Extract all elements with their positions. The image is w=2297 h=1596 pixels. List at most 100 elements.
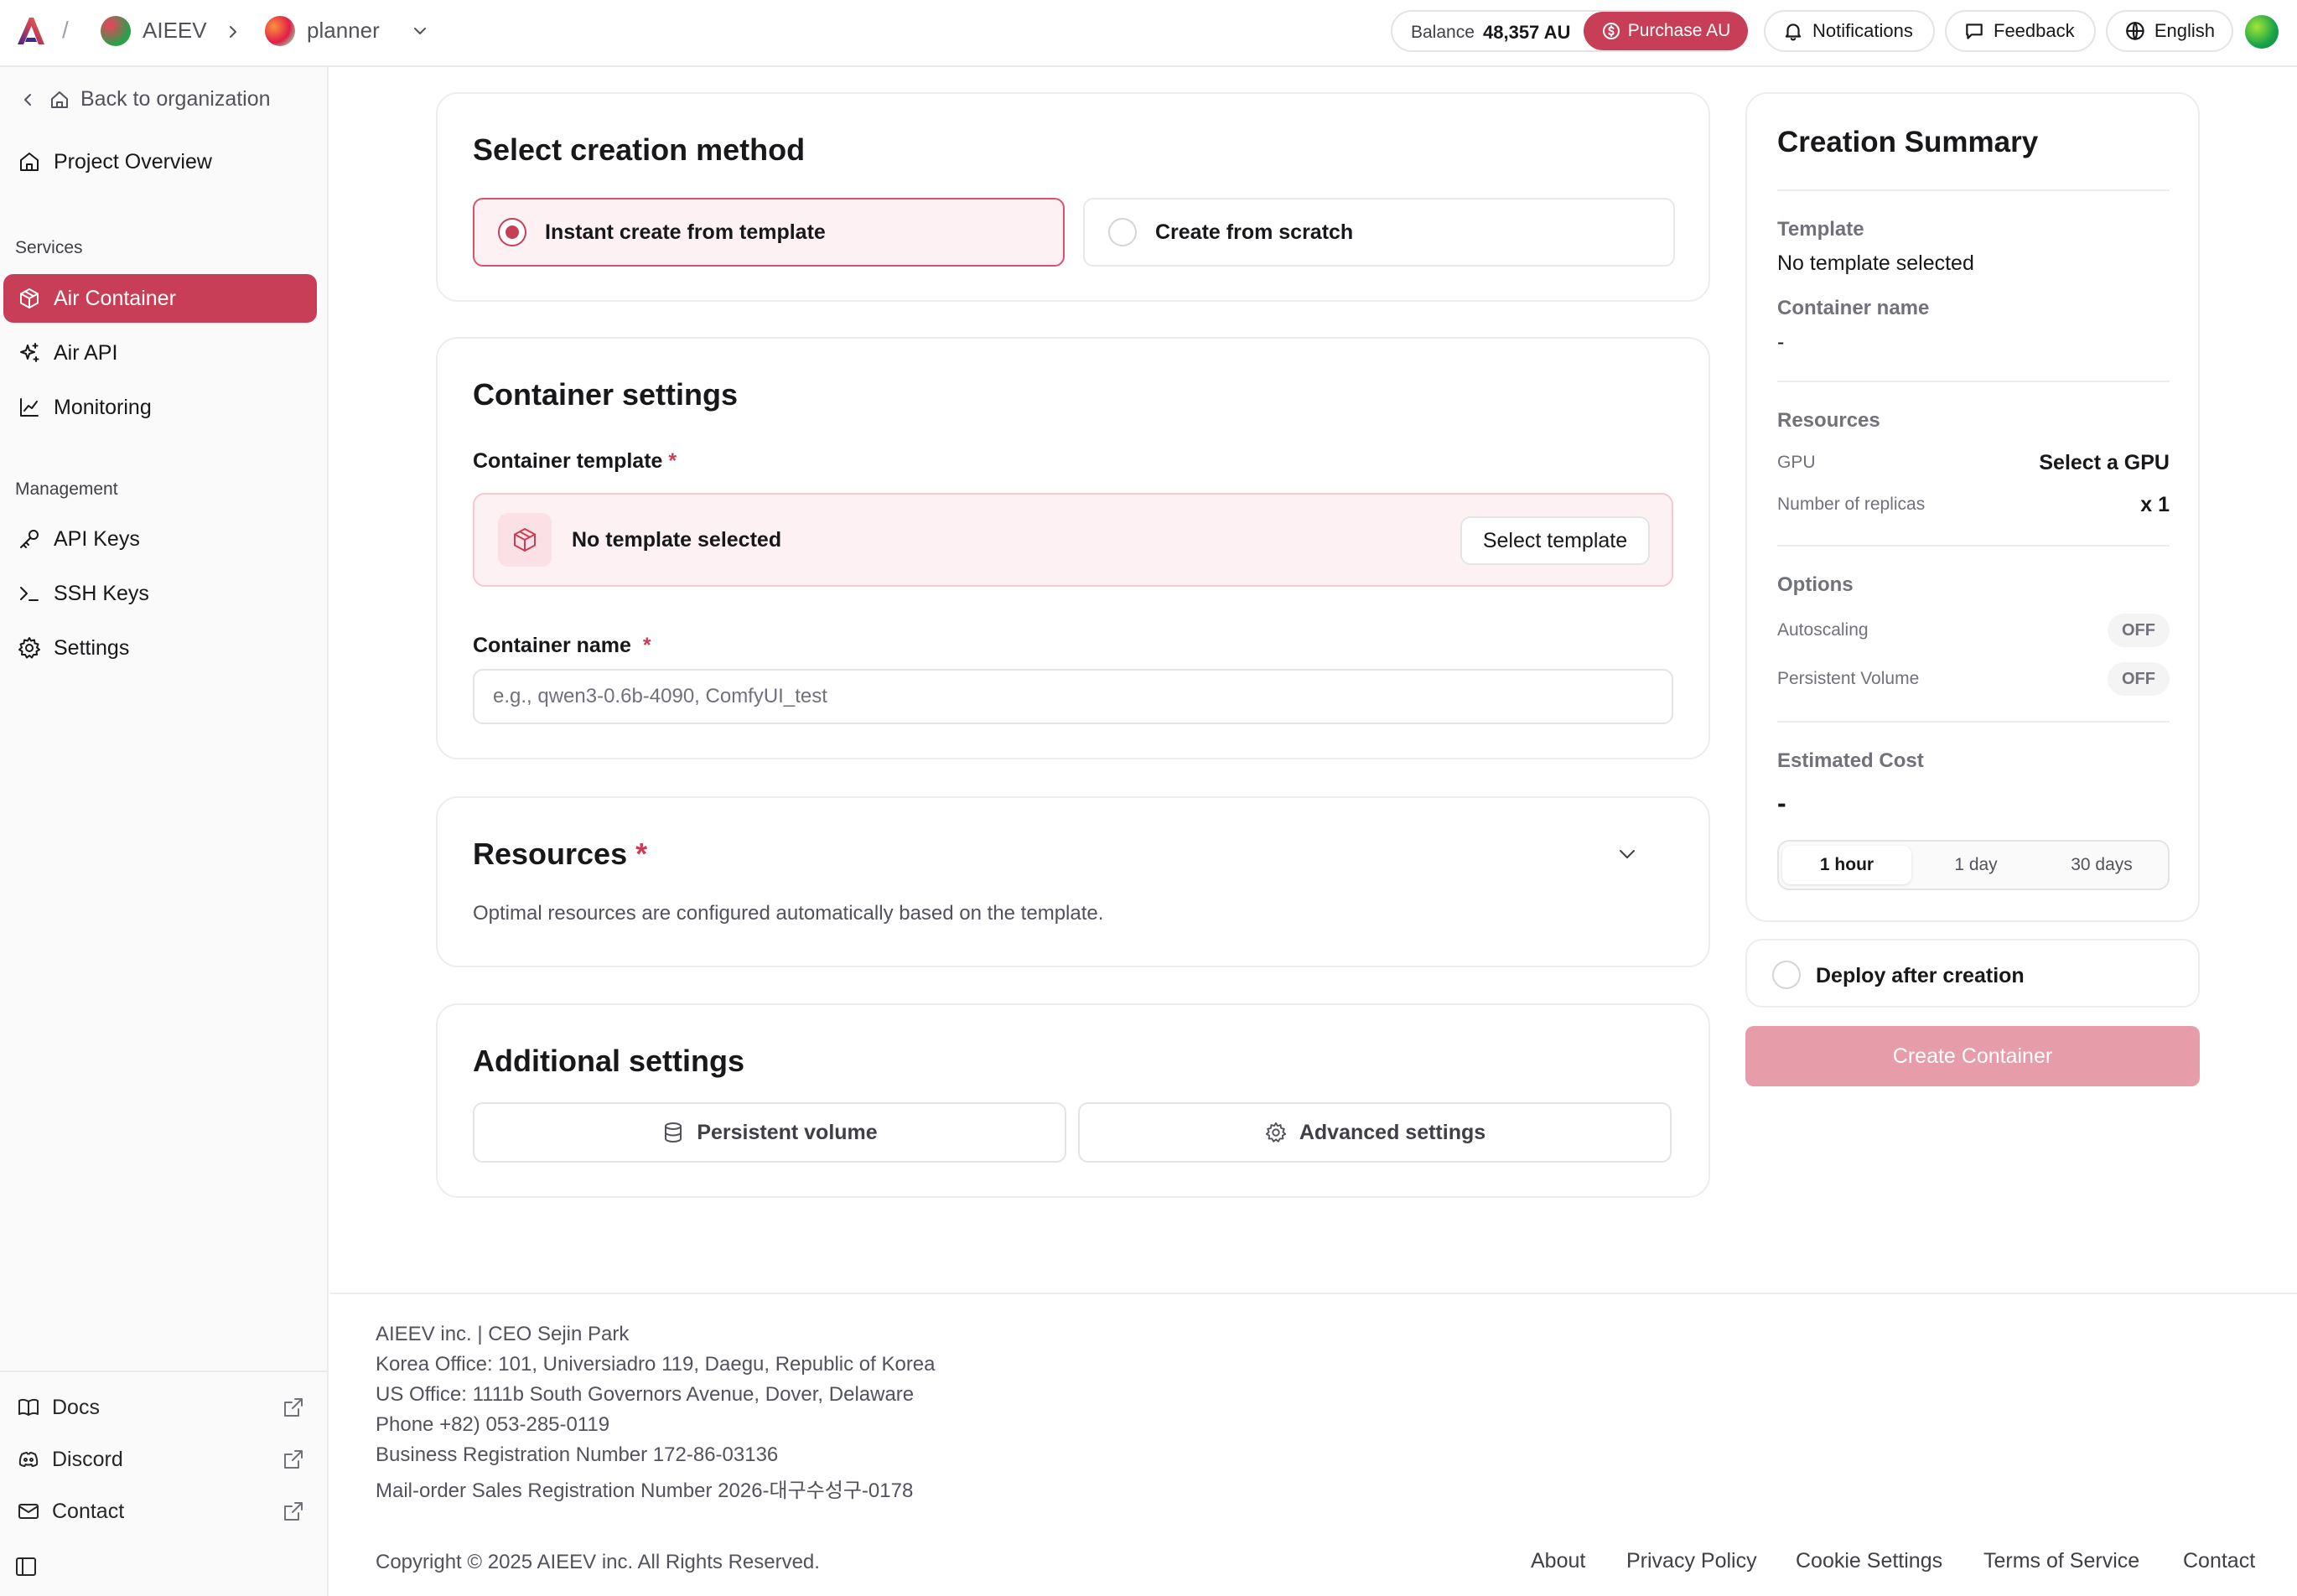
period-1-hour[interactable]: 1 hour — [1782, 846, 1911, 884]
balance-value: 48,357 AU — [1483, 22, 1571, 43]
footer-copyright: Copyright © 2025 AIEEV inc. All Rights R… — [376, 1551, 820, 1573]
deploy-after-creation-card[interactable]: Deploy after creation — [1745, 939, 2200, 1008]
balance-label: Balance — [1411, 23, 1475, 42]
summary-divider — [1777, 189, 2170, 191]
summary-replicas-value: x 1 — [2140, 493, 2170, 516]
gear-icon — [1264, 1121, 1288, 1144]
persistent-volume-button[interactable]: Persistent volume — [473, 1102, 1066, 1163]
additional-settings-title: Additional settings — [473, 1044, 744, 1078]
summary-template-value: No template selected — [1777, 251, 1974, 275]
period-1-day[interactable]: 1 day — [1911, 846, 2040, 884]
footer-phone: Phone +82) 053-285-0119 — [376, 1413, 610, 1436]
sidebar-item-project-overview[interactable]: Project Overview — [3, 137, 317, 186]
home-icon — [49, 89, 70, 111]
chevron-down-icon[interactable] — [409, 20, 431, 42]
org-name[interactable]: AIEEV — [143, 18, 207, 44]
aieev-logo[interactable] — [15, 15, 47, 47]
top-bar: / AIEEV planner Balance 48,357 AU Purcha… — [0, 0, 2297, 67]
advanced-settings-label: Advanced settings — [1299, 1120, 1486, 1144]
sidebar-item-label: Air Container — [54, 286, 176, 310]
sidebar-item-api-keys[interactable]: API Keys — [3, 515, 317, 563]
footer-link-privacy-policy[interactable]: Privacy Policy — [1626, 1549, 1757, 1573]
advanced-settings-button[interactable]: Advanced settings — [1078, 1102, 1672, 1163]
container-name-input[interactable] — [473, 669, 1673, 724]
container-settings-card: Container settings Container template * … — [436, 337, 1710, 759]
sidebar-item-air-api[interactable]: Air API — [3, 329, 317, 377]
period-30-days[interactable]: 30 days — [2037, 846, 2166, 884]
sidebar-item-air-container[interactable]: Air Container — [3, 274, 317, 323]
notifications-button[interactable]: Notifications — [1764, 10, 1935, 52]
footer-link-about[interactable]: About — [1531, 1549, 1585, 1573]
option-instant-template[interactable]: Instant create from template — [473, 198, 1065, 267]
external-link-icon — [282, 1448, 305, 1471]
home-icon — [17, 149, 42, 174]
user-avatar[interactable] — [2245, 15, 2279, 49]
estimated-cost-heading: Estimated Cost — [1777, 749, 1924, 772]
summary-resources-heading: Resources — [1777, 409, 1880, 432]
sidebar-item-discord[interactable]: Discord — [3, 1436, 317, 1483]
footer-link-terms-of-service[interactable]: Terms of Service — [1983, 1549, 2139, 1573]
template-selector: No template selected Select template — [473, 493, 1673, 587]
select-template-button[interactable]: Select template — [1460, 516, 1650, 565]
resources-description: Optimal resources are configured automat… — [473, 902, 1104, 925]
project-avatar[interactable] — [265, 16, 295, 46]
summary-container-name-heading: Container name — [1777, 297, 1930, 319]
sidebar-item-docs[interactable]: Docs — [3, 1384, 317, 1431]
sidebar-item-contact[interactable]: Contact — [3, 1488, 317, 1535]
footer-link-contact[interactable]: Contact — [2183, 1549, 2255, 1573]
sidebar-item-ssh-keys[interactable]: SSH Keys — [3, 569, 317, 618]
notifications-label: Notifications — [1812, 20, 1913, 41]
language-label: English — [2154, 20, 2215, 41]
external-link-icon — [282, 1500, 305, 1523]
autoscaling-status-badge: OFF — [2108, 614, 2170, 647]
external-link-icon — [282, 1396, 305, 1419]
sidebar-item-settings[interactable]: Settings — [3, 624, 317, 672]
footer-mail-order-registration: Mail-order Sales Registration Number 202… — [376, 1479, 914, 1502]
summary-template-heading: Template — [1777, 218, 1864, 241]
feedback-button[interactable]: Feedback — [1945, 10, 2096, 52]
language-button[interactable]: English — [2106, 10, 2233, 52]
sidebar-item-label: Docs — [52, 1395, 100, 1419]
deploy-after-creation-checkbox[interactable] — [1772, 961, 1801, 989]
persistent-volume-status-badge: OFF — [2108, 662, 2170, 696]
back-to-organization-label: Back to organization — [80, 87, 271, 111]
summary-divider — [1777, 545, 2170, 547]
sidebar: Back to organization Project Overview Se… — [0, 67, 329, 1596]
summary-divider — [1777, 721, 2170, 723]
resources-card[interactable]: Resources * Optimal resources are config… — [436, 796, 1710, 967]
chart-icon — [17, 395, 42, 420]
option-from-scratch[interactable]: Create from scratch — [1083, 198, 1675, 267]
radio-button[interactable] — [1108, 218, 1137, 246]
sidebar-item-label: API Keys — [54, 526, 140, 551]
footer-us-office: US Office: 1111b South Governors Avenue,… — [376, 1383, 915, 1406]
management-heading: Management — [15, 479, 118, 499]
sidebar-item-monitoring[interactable]: Monitoring — [3, 383, 317, 432]
summary-container-name-value: - — [1777, 330, 1785, 354]
summary-persistent-volume-label: Persistent Volume — [1777, 669, 1920, 688]
back-to-organization-link[interactable]: Back to organization — [17, 87, 271, 111]
container-template-label: Container template * — [473, 449, 677, 474]
container-settings-title: Container settings — [473, 377, 739, 412]
radio-button-selected[interactable] — [498, 218, 526, 246]
template-icon-wrap — [498, 513, 552, 567]
sidebar-item-label: Monitoring — [54, 395, 152, 419]
purchase-au-button[interactable]: Purchase AU — [1584, 12, 1748, 50]
create-container-button[interactable]: Create Container — [1745, 1026, 2200, 1086]
resources-title: Resources * — [473, 837, 647, 872]
footer-link-cookie-settings[interactable]: Cookie Settings — [1796, 1549, 1942, 1573]
key-icon — [17, 526, 42, 552]
container-template-label-text: Container template — [473, 449, 663, 473]
sidebar-divider — [0, 1371, 327, 1372]
option-label: Create from scratch — [1155, 220, 1354, 244]
sidebar-item-label: Discord — [52, 1447, 123, 1471]
project-name[interactable]: planner — [307, 18, 380, 44]
sidebar-toggle-icon[interactable] — [13, 1554, 39, 1579]
chevron-down-icon[interactable] — [1613, 840, 1641, 868]
terminal-icon — [17, 581, 42, 606]
chevron-left-icon — [17, 89, 39, 111]
summary-gpu-label: GPU — [1777, 453, 1816, 472]
message-square-icon — [1963, 20, 1985, 42]
chevron-right-icon — [225, 22, 241, 42]
feedback-label: Feedback — [1994, 20, 2075, 41]
org-avatar[interactable] — [101, 16, 131, 46]
